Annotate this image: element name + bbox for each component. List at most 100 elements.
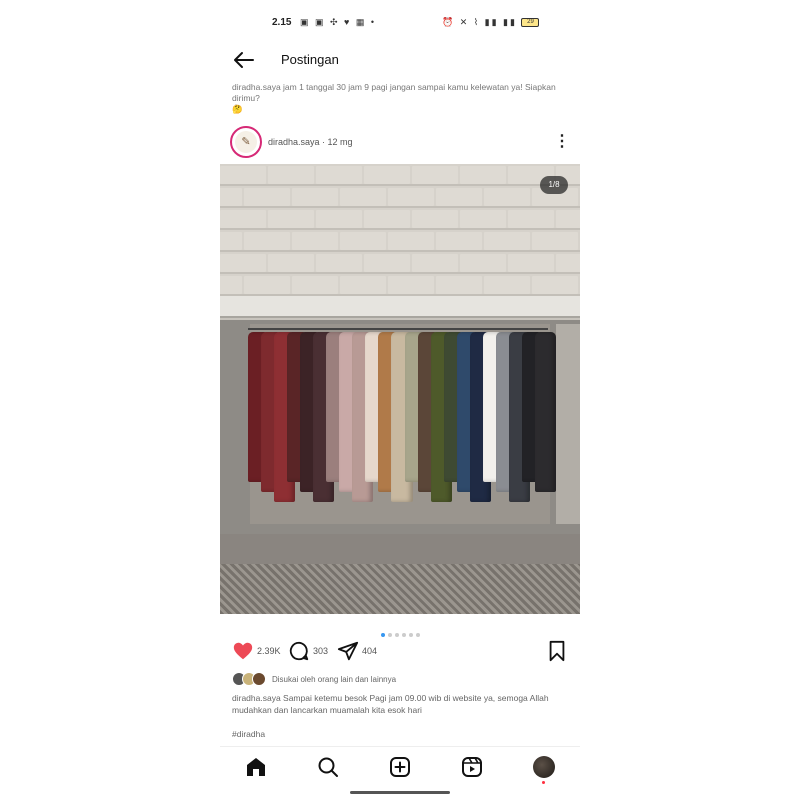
system-icons: ⏰ ✕ ⌇ ▮▮ ▮▮ 29 <box>442 17 540 28</box>
carousel-dot <box>415 633 420 637</box>
thinking-emoji: 🤔 <box>232 104 243 114</box>
clothing-rail <box>248 328 548 330</box>
liked-by-text: Disukai oleh orang lain dan lainnya <box>272 675 397 684</box>
post-image[interactable]: 1/8 <box>220 164 580 614</box>
wall-ledge <box>220 296 580 318</box>
image-counter: 1/8 <box>540 176 568 194</box>
brick <box>244 276 290 294</box>
brick-wall <box>220 164 580 296</box>
brick <box>412 254 458 272</box>
battery-icon: 29 <box>521 18 540 28</box>
plus-square-icon[interactable] <box>388 755 412 779</box>
brick <box>508 210 554 228</box>
brick <box>484 232 530 250</box>
status-bar: 2.15 ▣ ▣ ✣ ♥ ▦ • ⏰ ✕ ⌇ ▮▮ ▮▮ 29 <box>220 14 580 34</box>
signal-icons: ⏰ ✕ ⌇ ▮▮ ▮▮ <box>442 17 517 27</box>
brick <box>340 188 386 206</box>
brick <box>268 210 314 228</box>
brick <box>436 188 482 206</box>
more-options-icon[interactable]: ⋮ <box>554 132 570 152</box>
top-bar: Postingan <box>220 44 580 76</box>
brick <box>316 210 362 228</box>
brick <box>220 188 242 206</box>
brick <box>292 276 338 294</box>
status-time: 2.15 <box>272 17 292 28</box>
brick <box>244 188 290 206</box>
brick <box>484 188 530 206</box>
brick <box>316 166 362 184</box>
brick-row <box>220 208 580 230</box>
post-caption[interactable]: diradha.saya Sampai ketemu besok Pagi ja… <box>232 692 572 716</box>
save-bookmark-icon[interactable] <box>546 640 568 662</box>
brick <box>340 276 386 294</box>
brick <box>364 166 410 184</box>
brick <box>556 254 580 272</box>
author-username[interactable]: diradha.saya · 12 mg <box>268 137 353 147</box>
brick <box>244 232 290 250</box>
post-header: ✎ diradha.saya · 12 mg ⋮ <box>220 124 580 160</box>
liker-avatar <box>252 672 266 686</box>
brick <box>220 254 266 272</box>
carousel-dot <box>408 633 413 637</box>
share-button[interactable]: 404 <box>337 640 377 662</box>
brick-row <box>220 164 580 186</box>
brick <box>532 232 578 250</box>
brick <box>220 232 242 250</box>
brick <box>220 210 266 228</box>
brick <box>220 276 242 294</box>
profile-avatar[interactable] <box>533 756 555 778</box>
previous-post-caption[interactable]: diradha.saya jam 1 tanggal 30 jam 9 pagi… <box>232 82 572 115</box>
brick <box>412 210 458 228</box>
instagram-post-screen: 2.15 ▣ ▣ ✣ ♥ ▦ • ⏰ ✕ ⌇ ▮▮ ▮▮ 29 Postinga… <box>220 0 580 800</box>
comment-button[interactable]: 303 <box>288 640 328 662</box>
notification-icons: ▣ ▣ ✣ ♥ ▦ • <box>300 17 377 27</box>
brick <box>220 166 266 184</box>
carousel-dot <box>401 633 406 637</box>
heart-icon <box>233 642 253 660</box>
brick <box>388 276 434 294</box>
brick-row <box>220 274 580 296</box>
brick <box>268 166 314 184</box>
send-icon <box>337 641 359 661</box>
home-indicator[interactable] <box>350 791 450 794</box>
avatar-logo: ✎ <box>235 131 257 153</box>
brick <box>460 210 506 228</box>
brick <box>436 276 482 294</box>
back-arrow-icon[interactable] <box>232 49 256 71</box>
search-icon[interactable] <box>316 755 340 779</box>
liked-by-row[interactable]: Disukai oleh orang lain dan lainnya <box>232 672 572 688</box>
carousel-dot <box>394 633 399 637</box>
post-actions: 2.39K 303 404 <box>220 638 580 664</box>
brick <box>268 254 314 272</box>
like-button[interactable]: 2.39K <box>232 640 281 662</box>
shares-count: 404 <box>362 646 378 656</box>
notification-dot <box>542 781 545 784</box>
brick <box>436 232 482 250</box>
page-title: Postingan <box>281 52 339 67</box>
brick <box>292 232 338 250</box>
post-hashtags[interactable]: #diradha <box>232 729 265 739</box>
likes-count: 2.39K <box>257 646 281 656</box>
brick <box>340 232 386 250</box>
brick <box>532 276 578 294</box>
brick <box>484 276 530 294</box>
brick <box>460 166 506 184</box>
brick <box>412 166 458 184</box>
brick <box>388 188 434 206</box>
home-icon[interactable] <box>244 755 268 779</box>
reels-icon[interactable] <box>460 755 484 779</box>
brick <box>316 254 362 272</box>
carousel-dot <box>380 633 385 637</box>
brick <box>460 254 506 272</box>
bottom-navigation <box>220 746 580 788</box>
brick-row <box>220 252 580 274</box>
comment-icon <box>289 641 309 661</box>
dress <box>534 332 556 492</box>
brick-row <box>220 230 580 252</box>
comments-count: 303 <box>313 646 329 656</box>
author-avatar[interactable]: ✎ <box>230 126 262 158</box>
previous-caption-text: diradha.saya jam 1 tanggal 30 jam 9 pagi… <box>232 82 556 103</box>
alcove-side <box>556 324 580 524</box>
gravel <box>220 564 580 614</box>
brick <box>556 210 580 228</box>
